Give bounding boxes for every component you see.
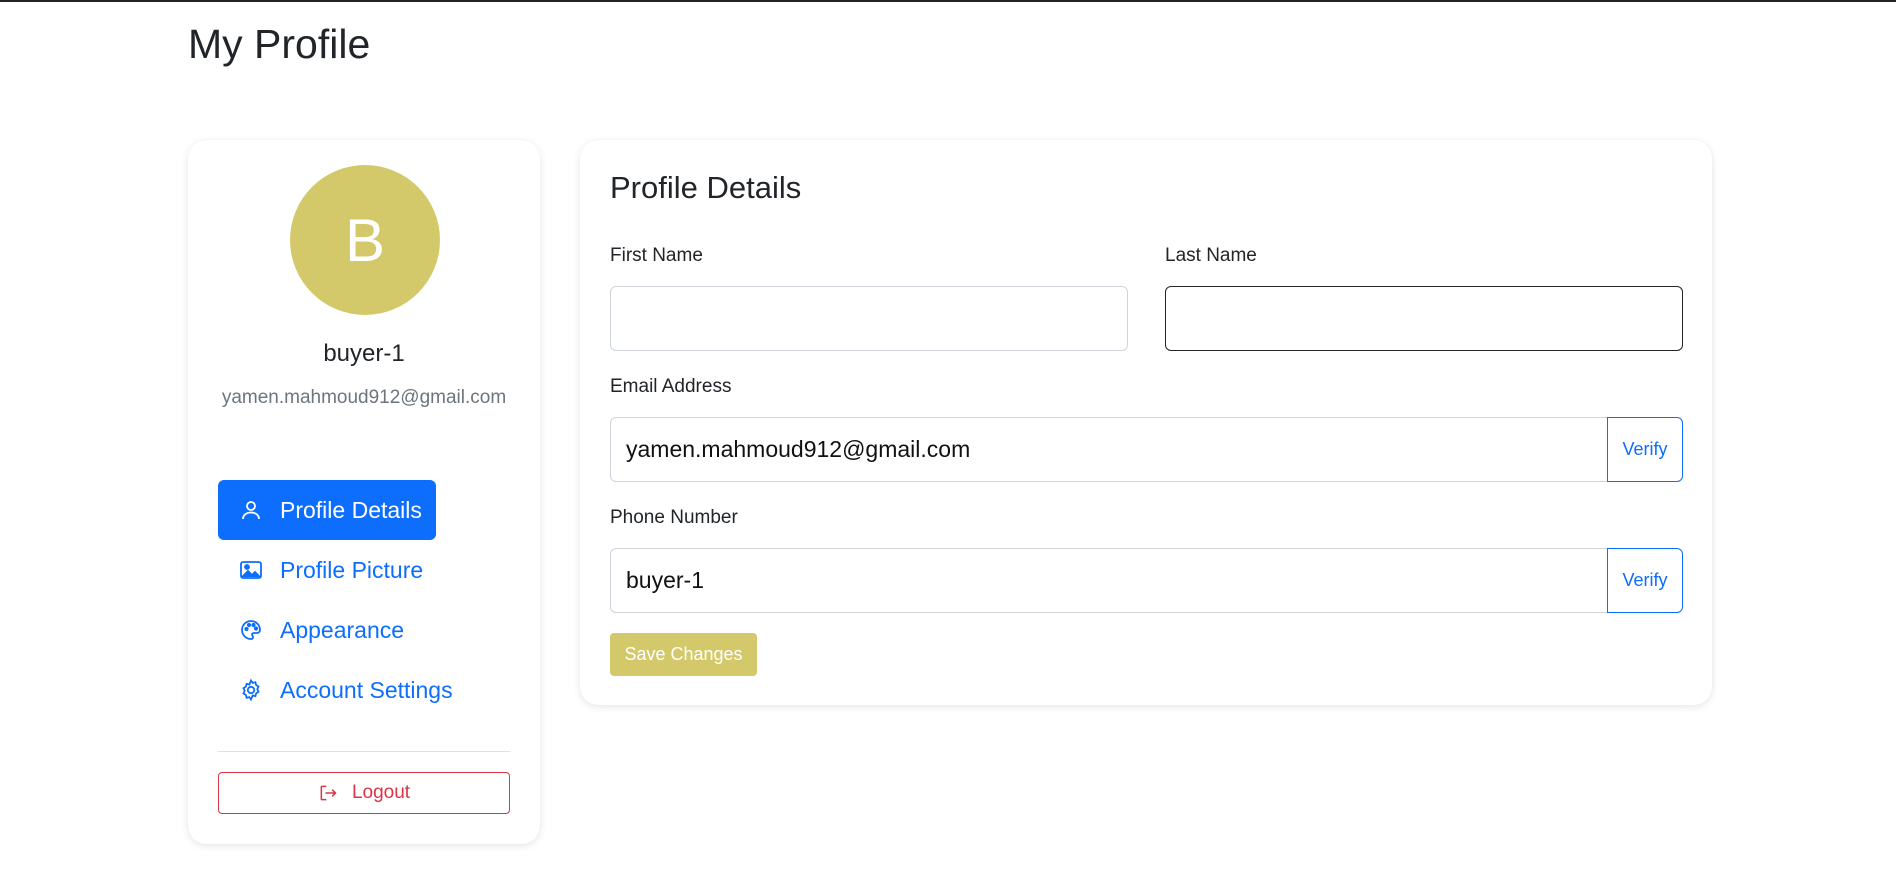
phone-input[interactable] bbox=[610, 548, 1608, 613]
email-label: Email Address bbox=[610, 376, 732, 397]
profile-sidebar: B buyer-1 yamen.mahmoud912@gmail.com Pro… bbox=[188, 140, 540, 844]
username: buyer-1 bbox=[323, 340, 405, 367]
image-icon bbox=[238, 557, 264, 583]
nav-item-profile-picture[interactable]: Profile Picture bbox=[218, 540, 518, 600]
nav-label: Profile Details bbox=[280, 496, 422, 523]
divider bbox=[218, 751, 510, 752]
user-email: yamen.mahmoud912@gmail.com bbox=[221, 387, 507, 408]
last-name-input[interactable] bbox=[1165, 286, 1683, 351]
first-name-label: First Name bbox=[610, 245, 703, 266]
profile-details-card: Profile Details First Name Last Name Ema… bbox=[580, 140, 1712, 705]
phone-label: Phone Number bbox=[610, 507, 738, 528]
nav-label: Account Settings bbox=[280, 676, 453, 703]
nav-item-account-settings[interactable]: Account Settings bbox=[218, 660, 518, 720]
nav-label: Profile Picture bbox=[280, 556, 424, 583]
nav-label: Appearance bbox=[280, 616, 405, 643]
gear-icon bbox=[238, 677, 264, 703]
logout-icon bbox=[320, 785, 337, 801]
palette-icon bbox=[238, 617, 264, 643]
person-icon bbox=[238, 497, 264, 523]
email-input[interactable] bbox=[610, 417, 1608, 482]
last-name-label: Last Name bbox=[1165, 245, 1257, 266]
profile-nav: Profile Details Profile Picture Appearan… bbox=[218, 480, 518, 720]
logout-button[interactable]: Logout bbox=[218, 772, 510, 814]
verify-phone-button[interactable]: Verify bbox=[1607, 548, 1683, 613]
logout-label: Logout bbox=[351, 782, 411, 803]
page-title: My Profile bbox=[188, 21, 371, 67]
avatar[interactable]: B bbox=[290, 165, 440, 315]
section-title: Profile Details bbox=[610, 170, 802, 205]
nav-item-profile-details[interactable]: Profile Details bbox=[218, 480, 436, 540]
top-border bbox=[0, 0, 1896, 2]
save-changes-button[interactable]: Save Changes bbox=[610, 633, 757, 676]
first-name-input[interactable] bbox=[610, 286, 1128, 351]
verify-email-button[interactable]: Verify bbox=[1607, 417, 1683, 482]
nav-item-appearance[interactable]: Appearance bbox=[218, 600, 518, 660]
